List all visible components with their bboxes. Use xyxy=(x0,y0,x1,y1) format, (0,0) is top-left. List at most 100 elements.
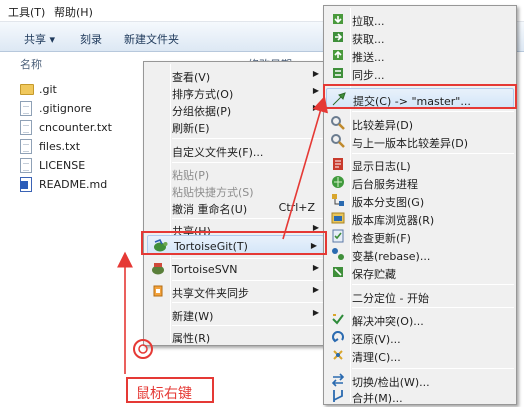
submenu-arrow-icon: ▶ xyxy=(312,69,319,78)
menu-item-merge[interactable]: 合并(M)... xyxy=(326,387,514,405)
menu-item-resolve[interactable]: 解决冲突(O)... xyxy=(326,310,514,328)
document-icon xyxy=(20,139,32,154)
revert-icon xyxy=(330,329,346,345)
callout-label: 鼠标右键 xyxy=(136,386,192,402)
menu-item-sync[interactable]: 同步... xyxy=(326,64,514,82)
menu-item-check-modifications[interactable]: 检查更新(F) xyxy=(326,227,514,245)
menu-item-label: 二分定位 - 开始 xyxy=(352,292,429,305)
submenu-arrow-icon: ▶ xyxy=(312,103,319,112)
menu-item-label: 还原(V)... xyxy=(352,333,401,346)
menu-separator xyxy=(352,153,514,154)
menu-tools[interactable]: 工具(T) xyxy=(8,4,45,20)
submenu-arrow-icon: ▶ xyxy=(312,86,319,95)
switch-icon xyxy=(330,372,346,388)
sync-icon xyxy=(150,283,166,299)
menu-item-label: 获取... xyxy=(352,33,385,46)
diff-previous-icon xyxy=(330,133,346,149)
file-name: cncounter.txt xyxy=(39,121,112,134)
menu-item-daemon[interactable]: 后台服务进程 xyxy=(326,173,514,191)
menu-item-label: 推送... xyxy=(352,51,385,64)
menu-item-label: 解决冲突(O)... xyxy=(352,315,424,328)
tortoisegit-submenu: 拉取... 获取... 推送... 同步... 提交(C) -> "master… xyxy=(323,5,517,405)
file-name: .gitignore xyxy=(39,102,92,115)
file-name: files.txt xyxy=(39,140,81,153)
context-menu: 查看(V) ▶ 排序方式(O) ▶ 分组依据(P) ▶ 刷新(E) 自定义文件夹… xyxy=(143,61,328,346)
file-name: LICENSE xyxy=(39,159,86,172)
menu-item-label: 共享文件夹同步 xyxy=(172,287,249,300)
menu-item-revert[interactable]: 还原(V)... xyxy=(326,328,514,346)
menu-item-group[interactable]: 分组依据(P) ▶ xyxy=(146,100,325,118)
menu-item-pull[interactable]: 拉取... xyxy=(326,10,514,28)
menu-item-stash[interactable]: 保存贮藏 xyxy=(326,263,514,281)
menu-item-label: TortoiseSVN xyxy=(172,263,238,276)
resolve-icon xyxy=(330,311,346,327)
menu-item-push[interactable]: 推送... xyxy=(326,46,514,64)
list-item[interactable]: .gitignore xyxy=(20,100,140,118)
menu-item-label: 自定义文件夹(F)... xyxy=(172,146,264,159)
menu-item-customize-folder[interactable]: 自定义文件夹(F)... xyxy=(146,141,325,159)
menu-item-refresh[interactable]: 刷新(E) xyxy=(146,117,325,135)
menu-item-cleanup[interactable]: 清理(C)... xyxy=(326,346,514,364)
menu-separator xyxy=(172,302,325,303)
list-item[interactable]: cncounter.txt xyxy=(20,119,140,137)
menu-item-label: 撤消 重命名(U) xyxy=(172,203,248,216)
menu-item-repo-browser[interactable]: 版本库浏览器(R) xyxy=(326,209,514,227)
menu-item-view[interactable]: 查看(V) ▶ xyxy=(146,66,325,84)
menu-separator xyxy=(352,284,514,285)
submenu-arrow-icon: ▶ xyxy=(312,285,319,294)
commit-highlight-box xyxy=(323,84,517,109)
menu-item-sort[interactable]: 排序方式(O) ▶ xyxy=(146,83,325,101)
menu-item-fetch[interactable]: 获取... xyxy=(326,28,514,46)
right-click-callout: 鼠标右键 xyxy=(126,377,214,403)
diff-icon xyxy=(330,115,346,131)
pull-icon xyxy=(330,11,346,27)
list-item[interactable]: LICENSE xyxy=(20,157,140,175)
push-icon xyxy=(330,47,346,63)
folder-icon xyxy=(20,84,34,95)
menu-item-paste[interactable]: 粘贴(P) xyxy=(146,164,325,182)
new-folder-button[interactable]: 新建文件夹 xyxy=(124,31,179,47)
menu-item-properties[interactable]: 属性(R) xyxy=(146,327,325,345)
check-modifications-icon xyxy=(330,228,346,244)
daemon-icon xyxy=(330,174,346,190)
menu-separator xyxy=(352,368,514,369)
menu-item-revision-graph[interactable]: 版本分支图(G) xyxy=(326,191,514,209)
repo-browser-icon xyxy=(330,210,346,226)
tortoisegit-highlight-box xyxy=(141,231,327,255)
list-item[interactable]: README.md xyxy=(20,176,140,194)
rebase-icon xyxy=(330,246,346,262)
burn-button[interactable]: 刻录 xyxy=(80,31,102,47)
list-item[interactable]: .git xyxy=(20,81,140,99)
menu-item-undo-rename[interactable]: 撤消 重命名(U) Ctrl+Z xyxy=(146,198,325,216)
merge-icon xyxy=(330,388,346,404)
share-button[interactable]: 共享 ▾ xyxy=(24,31,55,47)
file-name: .git xyxy=(39,83,57,96)
menu-item-label: 显示日志(L) xyxy=(352,160,411,173)
menu-item-diff-previous[interactable]: 与上一版本比较差异(D) xyxy=(326,132,514,150)
tortoisesvn-icon xyxy=(150,261,166,277)
menu-item-rebase[interactable]: 变基(rebase)... xyxy=(326,245,514,263)
sync-icon xyxy=(330,65,346,81)
menu-item-label: 清理(C)... xyxy=(352,351,401,364)
document-icon xyxy=(20,101,32,116)
menu-item-shared-folder-sync[interactable]: 共享文件夹同步 ▶ xyxy=(146,282,325,300)
menu-item-new[interactable]: 新建(W) ▶ xyxy=(146,305,325,323)
menu-item-paste-shortcut[interactable]: 粘贴快捷方式(S) xyxy=(146,181,325,199)
menu-item-show-log[interactable]: 显示日志(L) xyxy=(326,155,514,173)
menu-item-label: 比较差异(D) xyxy=(352,119,414,132)
menu-item-bisect[interactable]: 二分定位 - 开始 xyxy=(326,287,514,305)
menu-help[interactable]: 帮助(H) xyxy=(54,4,93,20)
column-header-name[interactable]: 名称 xyxy=(20,56,42,72)
menu-item-label: 新建(W) xyxy=(172,310,214,323)
menu-item-label: 拉取... xyxy=(352,15,385,28)
document-icon xyxy=(20,158,32,173)
menu-item-label: 刷新(E) xyxy=(172,122,210,135)
word-document-icon xyxy=(20,177,32,192)
list-item[interactable]: files.txt xyxy=(20,138,140,156)
menu-item-tortoisesvn[interactable]: TortoiseSVN ▶ xyxy=(146,260,325,278)
cleanup-icon xyxy=(330,347,346,363)
menu-item-label: 版本分支图(G) xyxy=(352,196,425,209)
menu-separator xyxy=(172,258,325,259)
menu-item-diff[interactable]: 比较差异(D) xyxy=(326,114,514,132)
menu-item-label: 属性(R) xyxy=(172,332,211,345)
